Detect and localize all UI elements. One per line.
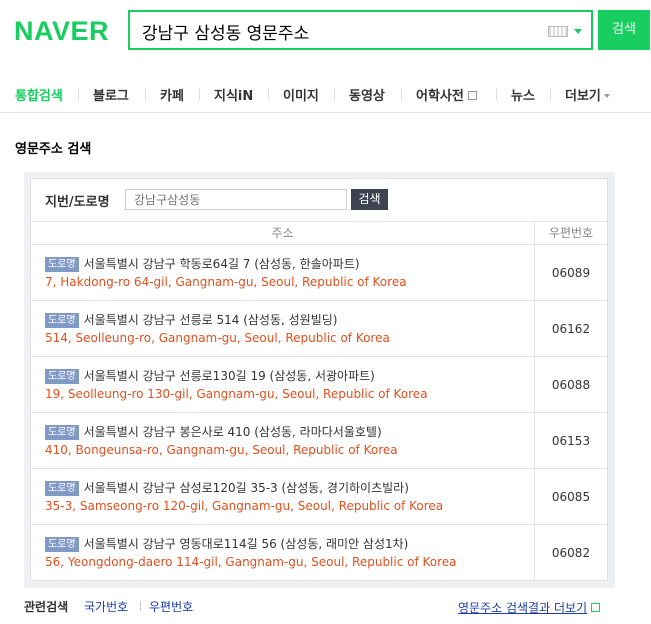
column-header-zipcode: 우편번호 [534,222,607,244]
road-name-badge: 도로명 [45,481,79,496]
tab-integrated[interactable]: 통합검색 [15,85,63,104]
road-name-badge: 도로명 [45,257,79,272]
panel-inner: 지번/도로명 검색 주소 우편번호 도로명 서울특별시 강남구 학동로64길 7 … [30,178,608,581]
header: NAVER 강남구 삼성동 영문주소 검색 [0,0,651,62]
external-link-icon [591,603,601,612]
tab-dictionary[interactable]: 어학사전 [416,85,477,104]
tab-separator [78,89,79,100]
tab-separator [268,89,269,100]
related-link-country-code[interactable]: 국가번호 [84,598,128,615]
tab-images[interactable]: 이미지 [283,85,319,104]
related-link-zipcode[interactable]: 우편번호 [149,598,193,615]
korean-address-text: 서울특별시 강남구 선릉로130길 19 (삼성동, 서광아파트) [83,369,375,383]
english-address: 7, Hakdong-ro 64-gil, Gangnam-gu, Seoul,… [45,275,407,289]
external-link-icon [467,91,477,100]
korean-address-text: 서울특별시 강남구 봉은사로 410 (삼성동, 라마다서울호텔) [83,425,382,439]
korean-address: 도로명 서울특별시 강남구 봉은사로 410 (삼성동, 라마다서울호텔) [45,423,382,440]
tab-news[interactable]: 뉴스 [511,85,535,104]
table-row: 도로명 서울특별시 강남구 선릉로130길 19 (삼성동, 서광아파트) 19,… [31,357,607,413]
zipcode: 06162 [534,301,607,357]
english-address: 19, Seolleung-ro 130-gil, Gangnam-gu, Se… [45,387,428,401]
related-search-label: 관련검색 [24,600,69,614]
keyboard-icon[interactable] [548,26,568,37]
korean-address-text: 서울특별시 강남구 삼성로120길 35-3 (삼성동, 경기하이츠빌라) [83,481,409,495]
korean-address-text: 서울특별시 강남구 영동대로114길 56 (삼성동, 래미안 삼성1차) [83,537,409,551]
zipcode: 06088 [534,357,607,413]
zipcode: 06153 [534,413,607,469]
related-separator [140,601,141,611]
table-header: 주소 우편번호 [31,221,607,245]
english-address: 35-3, Samseong-ro 120-gil, Gangnam-gu, S… [45,499,444,513]
tab-video[interactable]: 동영상 [349,85,385,104]
tab-separator [199,89,200,100]
address-lookup-input[interactable] [125,189,347,210]
search-tabs: 통합검색 블로그 카페 지식iN 이미지 동영상 어학사전 뉴스 더보기 [0,75,651,113]
address-table: 주소 우편번호 도로명 서울특별시 강남구 학동로64길 7 (삼성동, 한솔아파… [31,221,607,581]
road-name-badge: 도로명 [45,425,79,440]
address-lookup-button[interactable]: 검색 [351,189,388,210]
chevron-down-icon [603,94,610,98]
road-name-badge: 도로명 [45,537,79,552]
korean-address: 도로명 서울특별시 강남구 선릉로130길 19 (삼성동, 서광아파트) [45,367,375,384]
zipcode: 06082 [534,525,607,581]
tab-cafe[interactable]: 카페 [160,85,184,104]
tab-more[interactable]: 더보기 [565,85,610,104]
zipcode: 06085 [534,469,607,525]
tab-dictionary-label: 어학사전 [416,89,464,104]
tab-separator [334,89,335,100]
table-row: 도로명 서울특별시 강남구 선릉로 514 (삼성동, 성원빌딩) 514, Se… [31,301,607,357]
table-row: 도로명 서울특별시 강남구 봉은사로 410 (삼성동, 라마다서울호텔) 410… [31,413,607,469]
table-row: 도로명 서울특별시 강남구 삼성로120길 35-3 (삼성동, 경기하이츠빌라)… [31,469,607,525]
tab-separator [145,89,146,100]
chevron-down-icon[interactable] [574,29,582,34]
zipcode: 06089 [534,245,607,301]
road-name-badge: 도로명 [45,313,79,328]
search-box[interactable]: 강남구 삼성동 영문주소 [128,10,593,50]
column-header-address: 주소 [271,226,294,240]
korean-address: 도로명 서울특별시 강남구 선릉로 514 (삼성동, 성원빌딩) [45,311,338,328]
korean-address: 도로명 서울특별시 강남구 학동로64길 7 (삼성동, 한솔아파트) [45,255,360,272]
tab-separator [550,89,551,100]
section-title: 영문주소 검색 [15,142,92,157]
road-name-badge: 도로명 [45,369,79,384]
english-address: 514, Seolleung-ro, Gangnam-gu, Seoul, Re… [45,331,390,345]
tab-separator [401,89,402,100]
korean-address-text: 서울특별시 강남구 학동로64길 7 (삼성동, 한솔아파트) [83,257,360,271]
english-address: 56, Yeongdong-daero 114-gil, Gangnam-gu,… [45,555,457,569]
search-button[interactable]: 검색 [598,10,650,50]
more-results-link[interactable]: 영문주소 검색결과 더보기 [458,599,601,616]
table-row: 도로명 서울특별시 강남구 학동로64길 7 (삼성동, 한솔아파트) 7, Ha… [31,245,607,301]
tab-blog[interactable]: 블로그 [93,85,129,104]
english-address-panel: 지번/도로명 검색 주소 우편번호 도로명 서울특별시 강남구 학동로64길 7 … [24,172,615,588]
korean-address: 도로명 서울특별시 강남구 삼성로120길 35-3 (삼성동, 경기하이츠빌라) [45,479,409,496]
tab-kin[interactable]: 지식iN [214,85,253,104]
search-input[interactable]: 강남구 삼성동 영문주소 [142,19,309,44]
more-results-label: 영문주소 검색결과 더보기 [458,601,588,615]
korean-address-text: 서울특별시 강남구 선릉로 514 (삼성동, 성원빌딩) [83,313,338,327]
korean-address: 도로명 서울특별시 강남구 영동대로114길 56 (삼성동, 래미안 삼성1차) [45,535,408,552]
lookup-label: 지번/도로명 [45,195,110,210]
table-row: 도로명 서울특별시 강남구 영동대로114길 56 (삼성동, 래미안 삼성1차)… [31,525,607,581]
naver-logo[interactable]: NAVER [14,16,109,47]
tab-more-label: 더보기 [565,89,601,104]
english-address: 410, Bongeunsa-ro, Gangnam-gu, Seoul, Re… [45,443,398,457]
tab-separator [496,89,497,100]
